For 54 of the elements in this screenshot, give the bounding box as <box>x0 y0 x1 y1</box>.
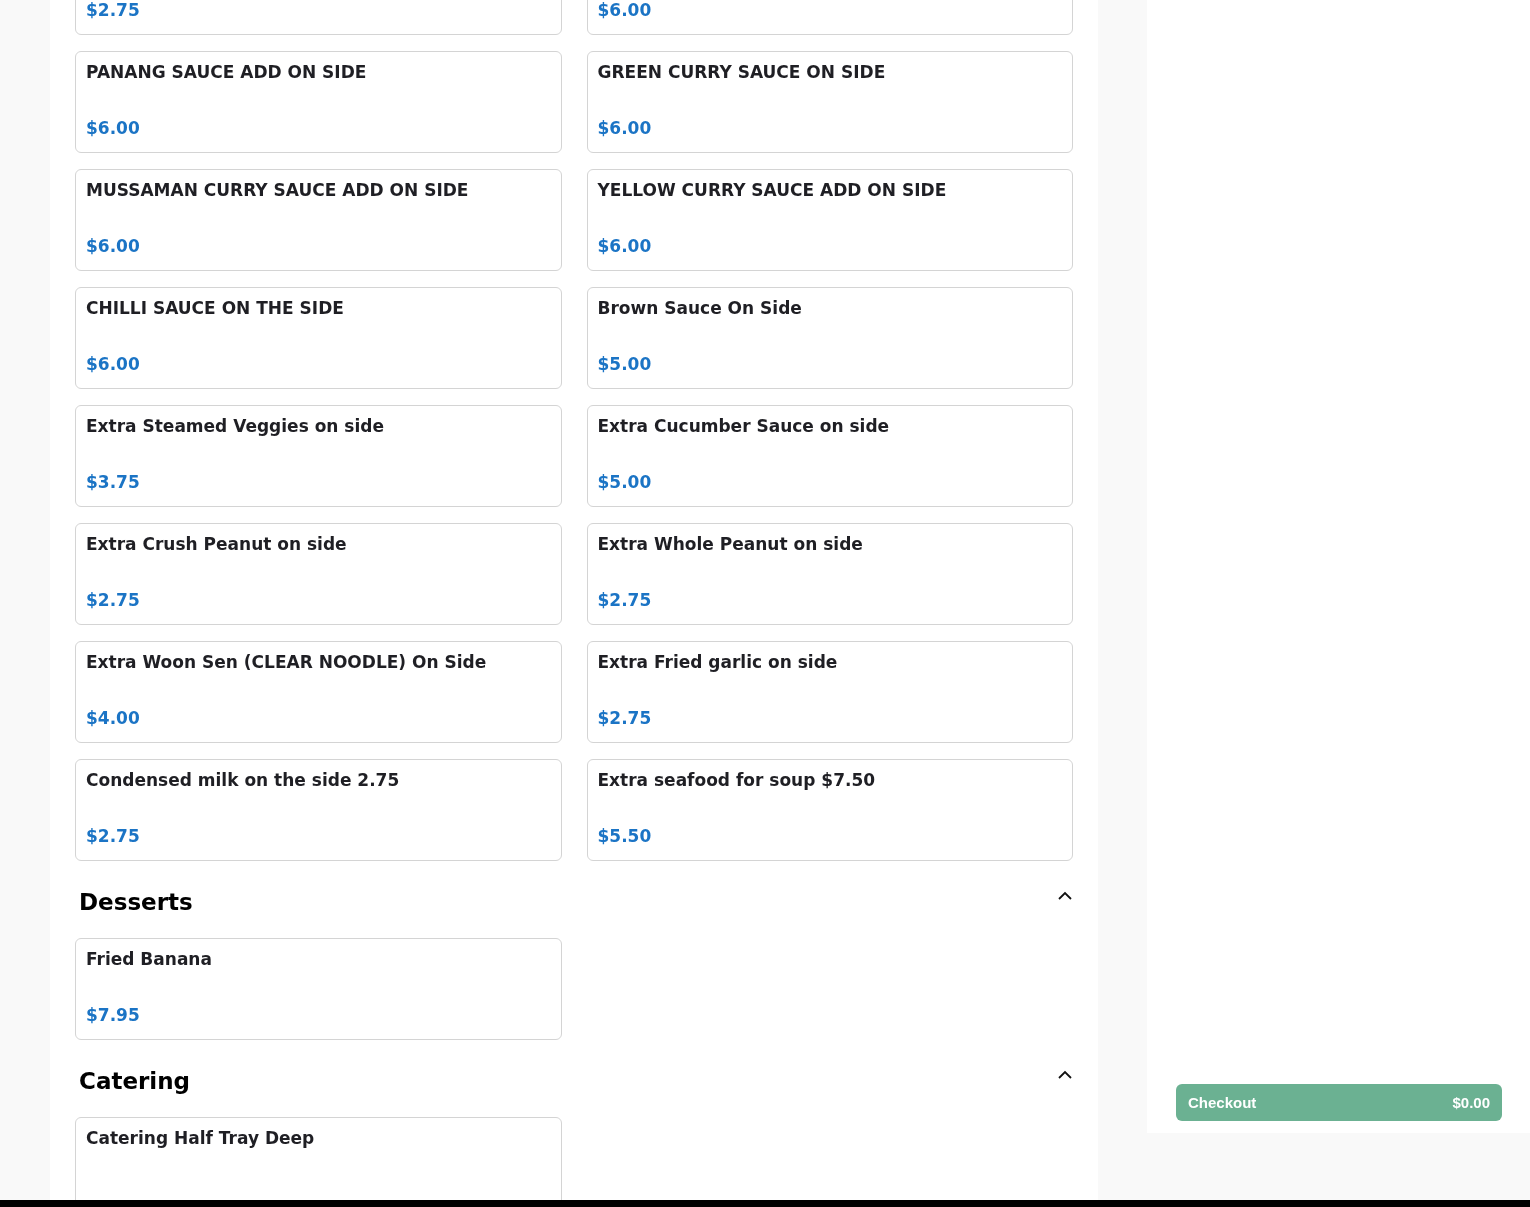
item-price: $3.75 <box>86 471 141 493</box>
item-price: $6.00 <box>597 0 653 21</box>
item-name: MUSSAMAN CURRY SAUCE ADD ON SIDE <box>86 179 470 201</box>
item-name: Extra Crush Peanut on side <box>86 533 348 555</box>
menu-item-card[interactable]: Brown Sauce On Side $5.00 <box>586 287 1073 389</box>
item-price: $6.00 <box>86 235 141 257</box>
item-name: CHILLI SAUCE ON THE SIDE <box>86 297 345 319</box>
menu-item-card[interactable]: Extra Woon Sen (CLEAR NOODLE) On Side $4.00 <box>75 641 562 743</box>
menu-item-card[interactable]: Extra Fried garlic on side $2.75 <box>586 641 1073 743</box>
item-price: $6.00 <box>597 235 653 257</box>
category-heading: Desserts <box>79 888 193 917</box>
item-price: $2.75 <box>86 825 141 847</box>
menu-item-card[interactable]: Extra Whole Peanut on side $2.75 <box>586 523 1073 625</box>
menu-item-card[interactable]: CHILLI SAUCE ON THE SIDE $6.00 <box>75 287 562 389</box>
item-name: YELLOW CURRY SAUCE ADD ON SIDE <box>597 179 948 201</box>
item-name: Extra Fried garlic on side <box>597 651 839 673</box>
item-name: Extra Woon Sen (CLEAR NOODLE) On Side <box>86 651 488 673</box>
item-price: $6.00 <box>86 353 141 375</box>
menu-item-card[interactable]: Fried Banana $7.95 <box>75 938 562 1040</box>
menu-item-card[interactable]: Extra Cucumber Sauce on side $5.00 <box>586 405 1073 507</box>
item-name: GREEN CURRY SAUCE ON SIDE <box>597 61 887 83</box>
item-name: Brown Sauce On Side <box>597 297 803 319</box>
menu-item-card[interactable]: Condensed milk on the side 2.75 $2.75 <box>75 759 562 861</box>
item-price: $4.00 <box>86 707 141 729</box>
chevron-icon[interactable] <box>1058 1070 1072 1079</box>
item-name: Extra Steamed Veggies on side <box>86 415 385 437</box>
menu-item-card[interactable]: GREEN CURRY SAUCE ON SIDE $6.00 <box>586 51 1073 153</box>
menu-item-card[interactable]: MUSSAMAN CURRY SAUCE ADD ON SIDE $6.00 <box>75 169 562 271</box>
item-name: Extra Cucumber Sauce on side <box>597 415 891 437</box>
item-price: $7.95 <box>86 1004 141 1026</box>
item-price: $2.75 <box>86 0 141 21</box>
menu-item-card[interactable]: PANANG SAUCE ADD ON SIDE $6.00 <box>75 51 562 153</box>
item-name: Extra seafood for soup $7.50 <box>597 769 877 791</box>
item-price: $5.50 <box>597 825 653 847</box>
item-price: $5.00 <box>597 353 653 375</box>
menu-item-card[interactable]: Extra Crush Peanut on side $2.75 <box>75 523 562 625</box>
item-price: $5.00 <box>597 471 653 493</box>
category-heading: Catering <box>79 1067 191 1096</box>
item-price: $6.00 <box>597 117 653 139</box>
item-price: $2.75 <box>597 589 653 611</box>
menu-item-card[interactable]: Extra seafood for soup $7.50 $5.50 <box>586 759 1073 861</box>
item-name: Extra Whole Peanut on side <box>597 533 864 555</box>
item-name: PANANG SAUCE ADD ON SIDE <box>86 61 368 83</box>
item-name: Fried Banana <box>86 948 213 970</box>
chevron-icon[interactable] <box>1058 891 1072 900</box>
menu-item-card[interactable]: $2.75 <box>75 0 562 35</box>
item-price: $2.75 <box>597 707 653 729</box>
item-price: $2.75 <box>86 589 141 611</box>
item-name: Catering Half Tray Deep <box>86 1127 316 1149</box>
item-name: Condensed milk on the side 2.75 <box>86 769 401 791</box>
item-price: $6.00 <box>86 117 141 139</box>
menu-item-card[interactable]: Extra Steamed Veggies on side $3.75 <box>75 405 562 507</box>
menu-item-card[interactable]: $6.00 <box>586 0 1073 35</box>
menu-item-card[interactable]: YELLOW CURRY SAUCE ADD ON SIDE $6.00 <box>586 169 1073 271</box>
